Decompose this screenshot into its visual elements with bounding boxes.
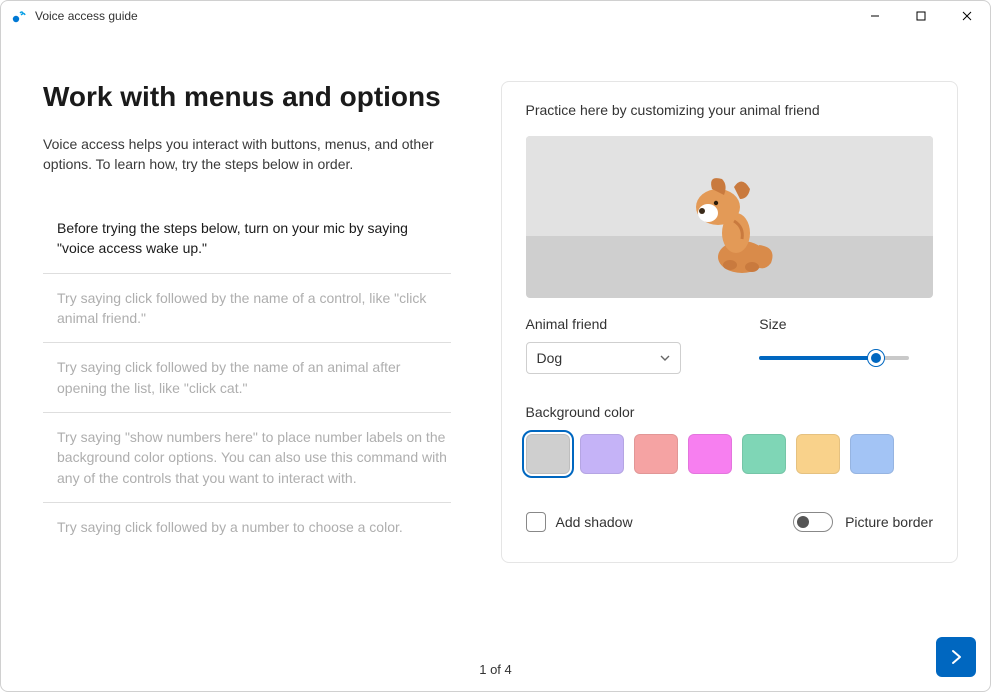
practice-panel: Practice here by customizing your animal… — [501, 81, 959, 563]
window-title: Voice access guide — [35, 9, 138, 23]
color-swatch-4[interactable] — [742, 434, 786, 474]
step-2: Try saying click followed by the name of… — [43, 274, 451, 344]
step-5: Try saying click followed by a number to… — [43, 503, 451, 551]
color-swatch-0[interactable] — [526, 434, 570, 474]
background-color-label: Background color — [526, 404, 934, 420]
instructions-panel: Work with menus and options Voice access… — [43, 81, 451, 563]
color-swatch-2[interactable] — [634, 434, 678, 474]
titlebar: Voice access guide — [1, 1, 990, 31]
color-swatch-1[interactable] — [580, 434, 624, 474]
animal-friend-dropdown[interactable]: Dog — [526, 342, 681, 374]
page-indicator: 1 of 4 — [479, 662, 512, 677]
add-shadow-label: Add shadow — [556, 514, 633, 530]
color-swatch-6[interactable] — [850, 434, 894, 474]
chevron-down-icon — [660, 353, 670, 364]
step-3: Try saying click followed by the name of… — [43, 343, 451, 413]
dog-image — [674, 165, 784, 280]
intro-text: Voice access helps you interact with but… — [43, 135, 451, 174]
color-swatch-5[interactable] — [796, 434, 840, 474]
minimize-button[interactable] — [852, 1, 898, 31]
step-4: Try saying "show numbers here" to place … — [43, 413, 451, 503]
animal-canvas — [526, 136, 934, 298]
color-swatch-3[interactable] — [688, 434, 732, 474]
dropdown-value: Dog — [537, 350, 563, 366]
next-button[interactable] — [936, 637, 976, 677]
chevron-right-icon — [948, 649, 964, 665]
app-icon — [11, 8, 27, 24]
picture-border-label: Picture border — [845, 514, 933, 530]
maximize-button[interactable] — [898, 1, 944, 31]
picture-border-toggle[interactable] — [793, 512, 833, 532]
footer: 1 of 4 — [1, 662, 990, 677]
practice-label: Practice here by customizing your animal… — [526, 102, 934, 118]
size-slider[interactable] — [759, 342, 909, 374]
page-heading: Work with menus and options — [43, 81, 451, 113]
add-shadow-checkbox[interactable] — [526, 512, 546, 532]
animal-friend-label: Animal friend — [526, 316, 700, 332]
color-swatches — [526, 434, 934, 474]
steps-list: Before trying the steps below, turn on y… — [43, 204, 451, 551]
step-1: Before trying the steps below, turn on y… — [43, 204, 451, 274]
window-controls — [852, 1, 990, 31]
size-label: Size — [759, 316, 933, 332]
close-button[interactable] — [944, 1, 990, 31]
